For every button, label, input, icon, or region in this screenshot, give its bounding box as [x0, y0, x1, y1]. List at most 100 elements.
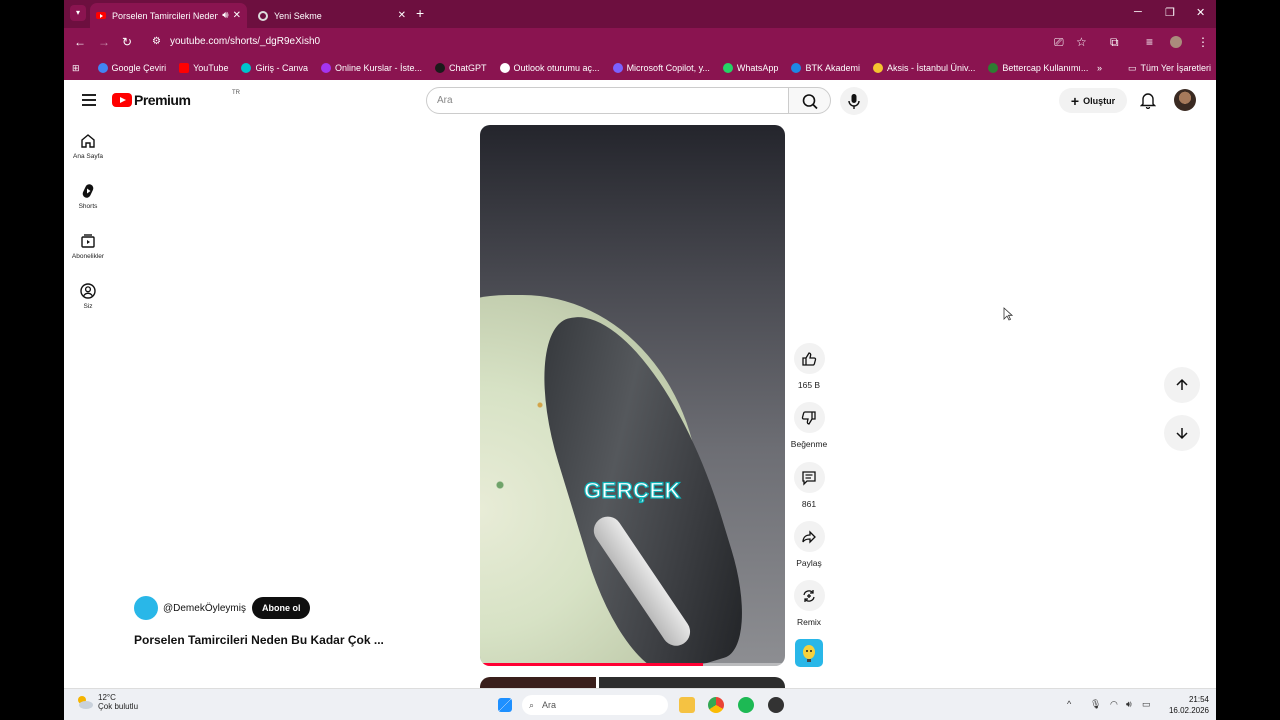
profile-avatar[interactable] [1170, 36, 1182, 48]
youtube-logo-icon [112, 93, 132, 107]
voice-search-button[interactable] [840, 87, 868, 115]
close-window-icon[interactable]: ✕ [1196, 6, 1205, 19]
dislike-button[interactable]: Beğenme [790, 402, 828, 449]
cast-icon[interactable]: ⎚ [1054, 35, 1064, 50]
windows-taskbar: 12°C Çok bulutlu ⌕ Ara ^ 🎙︎ ◠ 🔊︎ ▭ 21:54… [64, 688, 1216, 720]
bookmark-btk-akademi[interactable]: BTK Akademi [791, 63, 860, 73]
like-count: 165 B [797, 380, 821, 390]
next-short-preview[interactable] [480, 677, 785, 688]
comment-count: 861 [801, 499, 817, 509]
sidebar-item-you[interactable]: Siz [64, 283, 112, 310]
bookmark-google-ceviri[interactable]: Google Çeviri [97, 63, 166, 73]
share-label: Paylaş [796, 558, 822, 568]
video-title[interactable]: Porselen Tamircileri Neden Bu Kadar Çok … [134, 633, 434, 647]
channel-name[interactable]: @DemekÖyleymiş [163, 603, 246, 614]
tab-title: Yeni Sekme [274, 10, 322, 21]
minimize-icon[interactable]: ─ [1134, 6, 1142, 18]
notifications-bell-icon[interactable] [1139, 92, 1157, 114]
previous-short-button[interactable] [1164, 367, 1200, 403]
file-explorer-icon[interactable] [679, 697, 695, 713]
bookmark-copilot[interactable]: Microsoft Copilot, y... [612, 63, 710, 73]
weather-status: Çok bulutlu [98, 702, 139, 711]
tab-search-button[interactable]: ▾ [70, 5, 86, 21]
cloud-sun-icon [78, 696, 93, 709]
video-caption: GERÇEK [583, 477, 682, 503]
battery-icon[interactable]: ▭ [1142, 699, 1151, 710]
microphone-tray-icon[interactable]: 🎙︎ [1090, 699, 1101, 710]
remix-icon [803, 589, 815, 602]
bookmark-bettercap[interactable]: Bettercap Kullanımı... [988, 63, 1088, 73]
new-tab-button[interactable]: + [416, 5, 424, 21]
tab-strip: ▾ Porselen Tamircileri Neden Bu 🔊︎ ✕ Yen… [64, 0, 1216, 28]
hamburger-menu-icon[interactable] [82, 94, 96, 106]
forward-icon[interactable]: → [98, 35, 110, 49]
tab-new[interactable]: Yeni Sekme ✕ [252, 3, 412, 28]
windows-start-icon[interactable] [498, 698, 512, 712]
menu-kebab-icon[interactable]: ⋮ [1197, 35, 1209, 49]
subscribe-button[interactable]: Abone ol [251, 597, 311, 619]
bookmark-star-icon[interactable]: ☆ [1076, 35, 1087, 49]
you-icon [80, 283, 96, 299]
reload-icon[interactable]: ↻ [122, 35, 132, 49]
extensions-icon[interactable]: ⧉ [1110, 35, 1119, 50]
shorts-icon [82, 184, 94, 198]
channel-row: @DemekÖyleymiş Abone ol [134, 596, 311, 620]
bookmark-aksis[interactable]: Aksis - İstanbul Üniv... [872, 63, 975, 73]
remix-label: Remix [796, 617, 822, 627]
youtube-favicon-icon [96, 12, 106, 19]
volume-icon[interactable]: 🔊︎ [1126, 699, 1132, 710]
close-tab-icon[interactable]: ✕ [233, 10, 241, 21]
remix-button[interactable]: Remix [790, 580, 828, 627]
address-bar[interactable]: ⚙ youtube.com/shorts/_dgR9eXish0 [144, 31, 1084, 53]
taskbar-search[interactable]: ⌕ Ara [522, 695, 668, 715]
maximize-icon[interactable]: ❐ [1165, 6, 1175, 19]
bookmark-youtube[interactable]: YouTube [179, 63, 228, 73]
spotify-icon[interactable] [738, 697, 754, 713]
create-button[interactable]: + Oluştur [1059, 88, 1127, 113]
shorts-video-player[interactable]: GERÇEK [480, 125, 785, 666]
site-info-icon[interactable]: ⚙ [152, 31, 161, 53]
sidebar-item-shorts[interactable]: Shorts [64, 183, 112, 210]
close-tab-icon[interactable]: ✕ [398, 10, 406, 21]
media-controls-icon[interactable]: ≡ [1146, 35, 1153, 49]
channel-avatar[interactable] [134, 596, 158, 620]
back-icon[interactable]: ← [74, 35, 86, 49]
subscriptions-icon [81, 234, 95, 248]
video-progress-fill [480, 663, 703, 666]
url-text: youtube.com/shorts/_dgR9eXish0 [170, 36, 321, 47]
tab-title: Porselen Tamircileri Neden Bu [112, 10, 219, 21]
all-bookmarks-folder[interactable]: ▭ Tüm Yer İşaretleri [1128, 63, 1211, 74]
youtube-premium-logo[interactable]: Premium TR [112, 90, 240, 108]
comments-button[interactable]: 861 [790, 462, 828, 509]
speaker-icon[interactable]: 🔊︎ [222, 10, 228, 21]
sidebar-item-label: Siz [83, 303, 93, 310]
like-button[interactable]: 165 B [790, 343, 828, 390]
share-button[interactable]: Paylaş [790, 521, 828, 568]
tray-expand-icon[interactable]: ^ [1067, 699, 1071, 709]
bookmark-chatgpt[interactable]: ChatGPT [435, 63, 487, 73]
weather-widget[interactable]: 12°C Çok bulutlu [74, 693, 138, 711]
system-clock[interactable]: 21:54 16.02.2026 [1159, 694, 1209, 716]
wifi-icon[interactable]: ◠ [1110, 699, 1118, 710]
folder-icon: ▭ [1128, 62, 1137, 73]
next-short-button[interactable] [1164, 415, 1200, 451]
bookmark-whatsapp[interactable]: WhatsApp [722, 63, 778, 73]
region-code: TR [232, 90, 240, 96]
app-icon[interactable] [768, 697, 784, 713]
bookmark-outlook[interactable]: Outlook oturumu aç... [499, 63, 600, 73]
search-button[interactable] [788, 87, 831, 114]
search-input[interactable]: Ara [426, 87, 789, 114]
channel-avatar-thumb[interactable] [795, 639, 823, 667]
chrome-icon[interactable] [708, 697, 724, 713]
chrome-favicon-icon [258, 10, 268, 21]
logo-text: Premium [134, 92, 191, 108]
sidebar-item-subscriptions[interactable]: Abonelikler [64, 233, 112, 260]
bookmark-online-kurslar[interactable]: Online Kurslar - İste... [320, 63, 422, 73]
apps-grid-icon[interactable]: ⊞ [72, 63, 80, 74]
tab-active[interactable]: Porselen Tamircileri Neden Bu 🔊︎ ✕ [90, 3, 247, 28]
more-bookmarks-icon[interactable]: » [1097, 63, 1102, 73]
bookmark-canva[interactable]: Giriş - Canva [241, 63, 308, 73]
account-avatar[interactable] [1174, 89, 1196, 111]
microphone-icon [848, 94, 860, 109]
sidebar-item-home[interactable]: Ana Sayfa [64, 133, 112, 160]
